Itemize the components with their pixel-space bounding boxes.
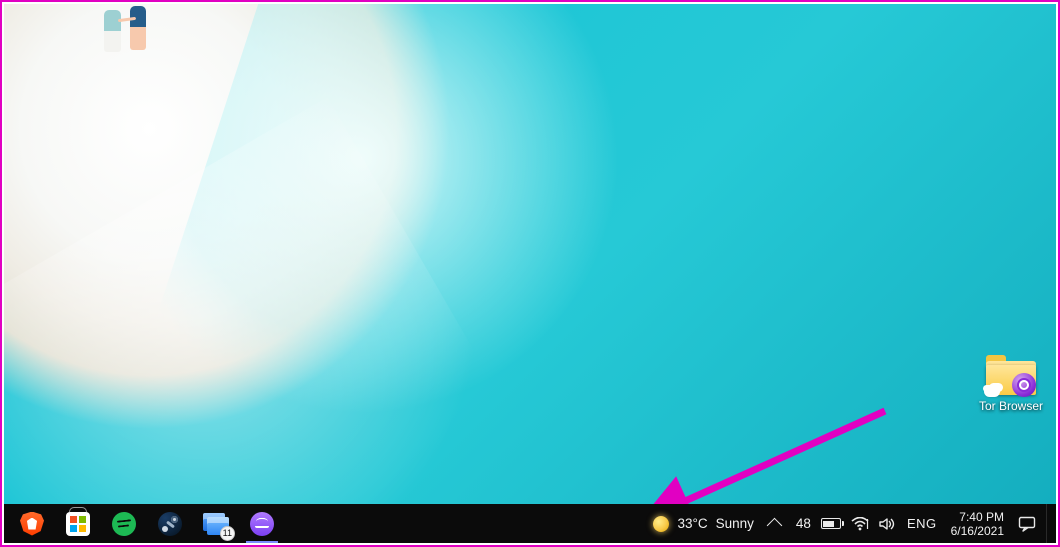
notification-icon bbox=[1018, 516, 1036, 532]
taskbar-app-files[interactable]: 11 bbox=[194, 504, 238, 543]
desktop-icon-tor-browser[interactable]: Tor Browser bbox=[972, 355, 1050, 413]
tray-overflow[interactable] bbox=[764, 516, 786, 531]
taskbar-app-purple[interactable] bbox=[240, 504, 284, 543]
microsoft-store-icon bbox=[66, 512, 90, 536]
spotify-icon bbox=[112, 512, 136, 536]
clock-date: 6/16/2021 bbox=[951, 524, 1004, 538]
taskbar-app-steam[interactable] bbox=[148, 504, 192, 543]
files-icon: 11 bbox=[203, 513, 229, 535]
files-badge: 11 bbox=[220, 526, 235, 541]
wifi-icon bbox=[851, 517, 869, 531]
tray-ime[interactable]: ENG bbox=[907, 516, 937, 531]
taskbar-app-brave[interactable] bbox=[10, 504, 54, 543]
steam-icon bbox=[158, 512, 182, 536]
mustache-icon bbox=[250, 512, 274, 536]
clock-time: 7:40 PM bbox=[951, 510, 1004, 524]
taskbar-app-spotify[interactable] bbox=[102, 504, 146, 543]
desktop-wallpaper[interactable]: Tor Browser bbox=[4, 4, 1056, 504]
tray-network[interactable] bbox=[851, 517, 869, 531]
battery-icon bbox=[821, 518, 841, 529]
weather-condition: Sunny bbox=[716, 516, 754, 531]
speaker-icon bbox=[879, 517, 897, 531]
weather-temperature: 33°C bbox=[677, 516, 707, 531]
tray-weather[interactable]: 33°C Sunny bbox=[653, 516, 753, 532]
brave-icon bbox=[20, 512, 44, 536]
desktop-icon-label: Tor Browser bbox=[979, 399, 1043, 413]
sun-icon bbox=[653, 516, 669, 532]
taskbar: 11 33°C Sunny 48 bbox=[4, 504, 1056, 543]
folder-icon bbox=[986, 355, 1036, 395]
tor-icon bbox=[1012, 373, 1036, 397]
tray-battery[interactable] bbox=[821, 518, 841, 529]
taskbar-app-microsoft-store[interactable] bbox=[56, 504, 100, 543]
sync-cloud-icon bbox=[984, 386, 1000, 397]
tray-clock[interactable]: 7:40 PM 6/16/2021 bbox=[947, 510, 1008, 538]
show-desktop-strip[interactable] bbox=[1046, 504, 1052, 543]
tray-volume[interactable] bbox=[879, 517, 897, 531]
tray-action-center[interactable] bbox=[1018, 516, 1036, 532]
tray-counter[interactable]: 48 bbox=[796, 516, 811, 531]
chevron-up-icon bbox=[767, 518, 783, 534]
